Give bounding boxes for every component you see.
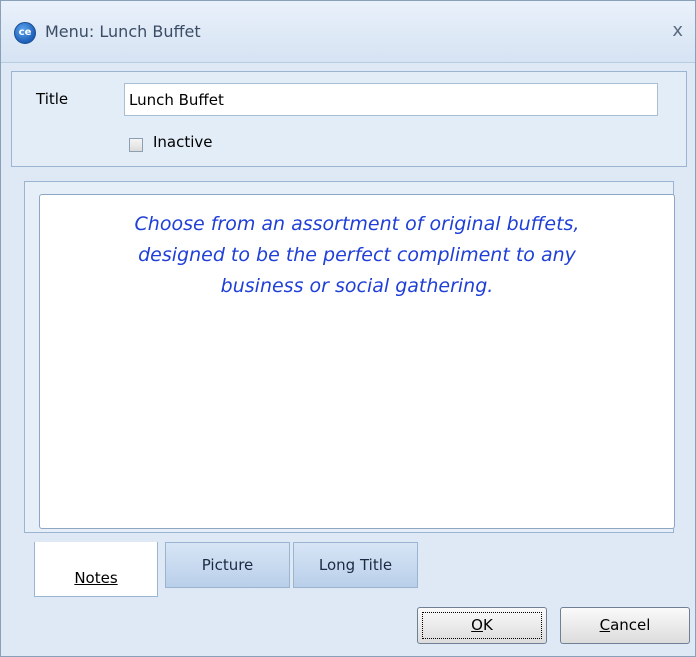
cancel-accelerator: C: [599, 616, 611, 634]
window-title: Menu: Lunch Buffet: [45, 22, 201, 41]
ok-button[interactable]: OK: [417, 607, 547, 644]
inactive-checkbox[interactable]: [129, 138, 143, 152]
app-logo-icon: ce: [14, 22, 36, 44]
title-label: Title: [36, 90, 69, 108]
notes-line-1: Choose from an assortment of original bu…: [134, 213, 580, 235]
focus-rectangle: [422, 612, 542, 639]
tab-notes[interactable]: Notes: [34, 542, 158, 597]
notes-line-3: business or social gathering.: [220, 275, 494, 297]
close-icon[interactable]: x: [672, 20, 683, 41]
tab-picture[interactable]: Picture: [165, 542, 290, 588]
app-logo-text: ce: [18, 27, 32, 38]
title-input[interactable]: Lunch Buffet: [124, 83, 658, 116]
title-bar[interactable]: ce Menu: Lunch Buffet x: [1, 1, 695, 63]
inactive-label[interactable]: Inactive: [153, 133, 213, 151]
title-panel: Title Lunch Buffet Inactive: [11, 71, 687, 167]
notes-text: Choose from an assortment of original bu…: [40, 209, 674, 302]
cancel-button[interactable]: Cancel: [560, 607, 690, 644]
notes-textarea[interactable]: Choose from an assortment of original bu…: [39, 194, 675, 529]
tab-long-title[interactable]: Long Title: [293, 542, 418, 588]
dialog-window: ce Menu: Lunch Buffet x Title Lunch Buff…: [0, 0, 696, 657]
notes-line-2: designed to be the perfect compliment to…: [138, 244, 576, 266]
cancel-label-rest: ancel: [610, 616, 651, 634]
